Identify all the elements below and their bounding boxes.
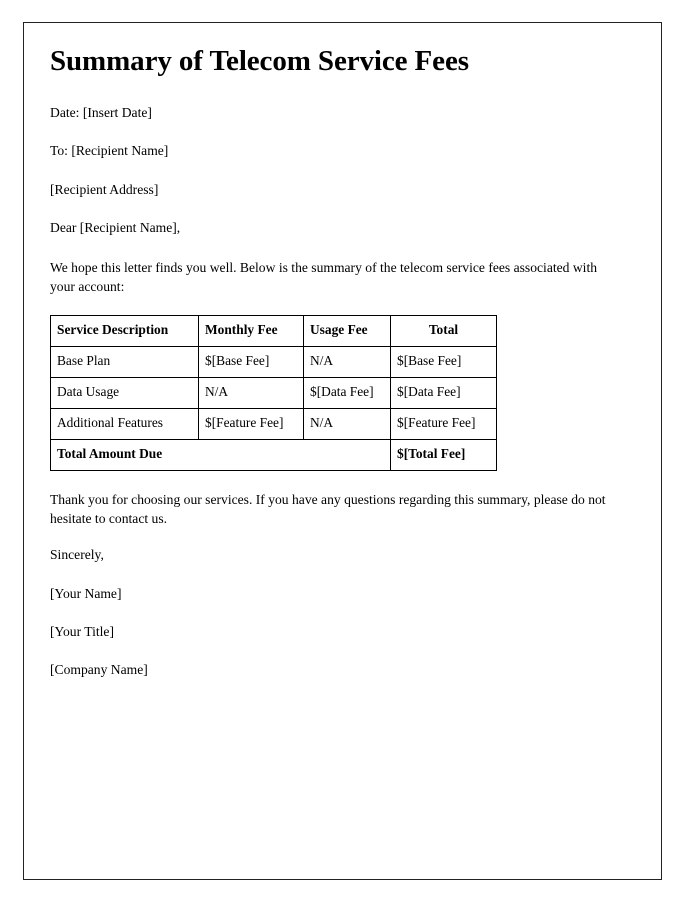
cell-total: $[Feature Fee]	[390, 407, 497, 440]
signature-company: [Company Name]	[50, 662, 148, 678]
telecom-fee-table: Service Description Monthly Fee Usage Fe…	[50, 314, 497, 471]
cell-service-description: Base Plan	[50, 345, 199, 378]
cell-total-amount-due-label: Total Amount Due	[50, 438, 391, 471]
cell-usage-fee: $[Data Fee]	[303, 376, 391, 409]
table-row: Additional Features $[Feature Fee] N/A $…	[50, 407, 497, 440]
closing-paragraph: Thank you for choosing our services. If …	[50, 491, 606, 526]
intro-paragraph: We hope this letter finds you well. Belo…	[50, 260, 598, 295]
cell-monthly-fee: $[Feature Fee]	[198, 407, 304, 440]
cell-total: $[Data Fee]	[390, 376, 497, 409]
cell-service-description: Additional Features	[50, 407, 199, 440]
column-header-monthly-fee: Monthly Fee	[198, 314, 304, 347]
cell-total-amount-due-value: $[Total Fee]	[390, 438, 497, 471]
signature-title: [Your Title]	[50, 623, 114, 639]
date-line: Date: [Insert Date]	[50, 104, 152, 120]
salutation: Dear [Recipient Name],	[50, 219, 181, 235]
cell-service-description: Data Usage	[50, 376, 199, 409]
signature-name: [Your Name]	[50, 585, 122, 601]
recipient-name-line: To: [Recipient Name]	[50, 143, 169, 159]
column-header-usage-fee: Usage Fee	[303, 314, 391, 347]
cell-monthly-fee: $[Base Fee]	[198, 345, 304, 378]
column-header-total: Total	[390, 314, 497, 347]
recipient-address-line: [Recipient Address]	[50, 181, 159, 197]
page-title: Summary of Telecom Service Fees	[50, 45, 469, 77]
cell-monthly-fee: N/A	[198, 376, 304, 409]
fee-table-container: Service Description Monthly Fee Usage Fe…	[50, 314, 632, 471]
document-body: Summary of Telecom Service Fees Date: [I…	[50, 45, 632, 680]
signoff: Sincerely,	[50, 547, 104, 563]
table-row: Data Usage N/A $[Data Fee] $[Data Fee]	[50, 376, 497, 409]
document-page-frame: Summary of Telecom Service Fees Date: [I…	[23, 22, 662, 880]
cell-usage-fee: N/A	[303, 407, 391, 440]
cell-usage-fee: N/A	[303, 345, 391, 378]
cell-total: $[Base Fee]	[390, 345, 497, 378]
table-header-row: Service Description Monthly Fee Usage Fe…	[50, 314, 497, 347]
table-total-row: Total Amount Due $[Total Fee]	[50, 438, 497, 471]
table-row: Base Plan $[Base Fee] N/A $[Base Fee]	[50, 345, 497, 378]
column-header-service-description: Service Description	[50, 314, 199, 347]
